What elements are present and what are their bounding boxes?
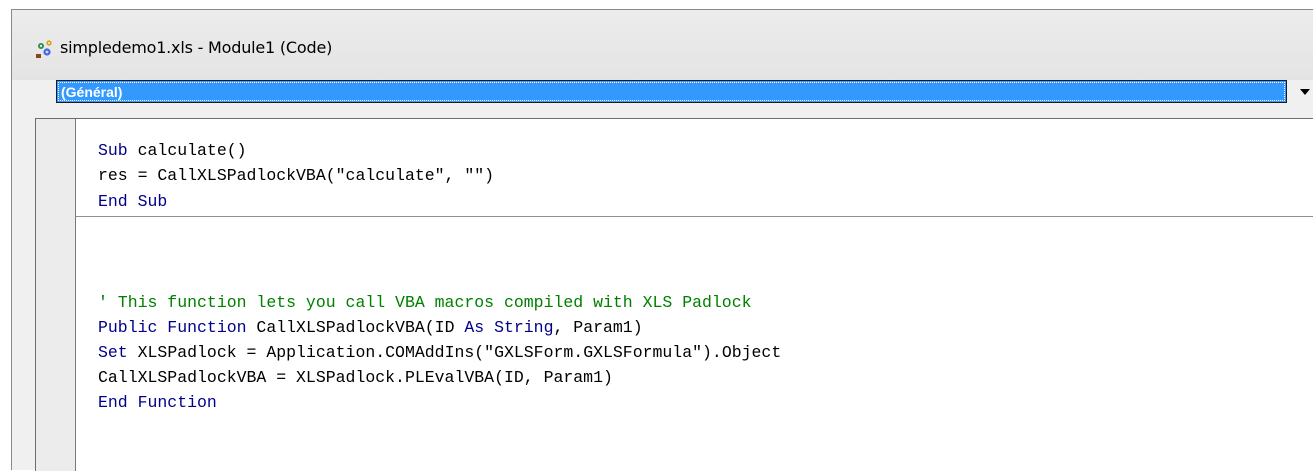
dropdown-arrow-icon[interactable] bbox=[1296, 80, 1313, 103]
object-dropdown-value: (Général) bbox=[61, 84, 123, 100]
code-line: res = CallXLSPadlockVBA("calculate", "") bbox=[98, 166, 495, 185]
code-line: CallXLSPadlockVBA = XLSPadlock.PLEvalVBA… bbox=[98, 368, 613, 387]
code-editor[interactable]: Sub calculate() res = CallXLSPadlockVBA(… bbox=[35, 118, 1313, 471]
procedure-separator bbox=[76, 216, 1313, 217]
code-line: End Sub bbox=[98, 192, 168, 211]
code-line: Sub calculate() bbox=[98, 141, 247, 160]
object-dropdown-field[interactable]: (Général) bbox=[56, 80, 1287, 103]
code-line: End Function bbox=[98, 393, 217, 412]
window-title: simpledemo1.xls - Module1 (Code) bbox=[60, 38, 333, 57]
code-window: simpledemo1.xls - Module1 (Code) (Généra… bbox=[11, 9, 1313, 471]
desktop-background bbox=[0, 0, 11, 470]
vba-module-icon bbox=[36, 40, 52, 58]
code-comment: ' This function lets you call VBA macros… bbox=[98, 293, 752, 312]
code-line: Set XLSPadlock = Application.COMAddIns("… bbox=[98, 343, 782, 362]
code-line: Public Function CallXLSPadlockVBA(ID As … bbox=[98, 318, 643, 337]
title-bar[interactable]: simpledemo1.xls - Module1 (Code) bbox=[12, 10, 1313, 80]
object-dropdown[interactable]: (Général) bbox=[56, 80, 1313, 104]
margin-indicator-bar[interactable] bbox=[36, 119, 76, 471]
